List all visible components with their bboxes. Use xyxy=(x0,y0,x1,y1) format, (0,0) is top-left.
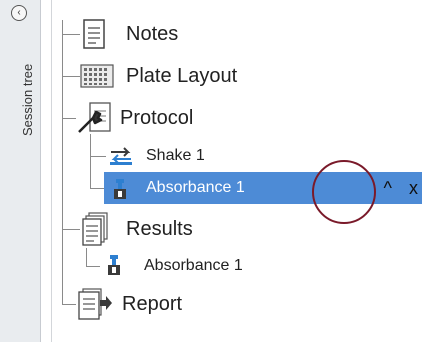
protocol-wrench-icon xyxy=(78,102,111,133)
tree-item-label: Absorbance 1 xyxy=(146,179,245,196)
results-icon xyxy=(82,212,108,246)
tree-item-label: Plate Layout xyxy=(126,64,238,87)
shake-icon xyxy=(110,147,132,165)
tree-item-label: Notes xyxy=(126,22,179,45)
chevron-left-icon[interactable]: ‹ xyxy=(11,5,27,21)
remove-step-button[interactable]: x xyxy=(409,178,418,199)
annotation-circle xyxy=(312,160,376,224)
tree-item-results[interactable]: Results xyxy=(52,212,422,246)
tree-item-label: Shake 1 xyxy=(146,147,205,164)
tree-item-results-absorbance-1[interactable]: Absorbance 1 xyxy=(52,249,422,283)
session-tree-rail: ‹ Session tree xyxy=(0,0,41,342)
tree-item-label: Absorbance 1 xyxy=(144,257,243,274)
plate-layout-icon xyxy=(80,64,114,88)
tree-item-label: Report xyxy=(122,292,183,315)
tree-item-report[interactable]: Report xyxy=(52,287,422,321)
tree-item-notes[interactable]: Notes xyxy=(52,17,422,51)
absorbance-icon xyxy=(114,179,126,199)
session-tree-label[interactable]: Session tree xyxy=(20,64,35,136)
absorbance-icon xyxy=(108,255,120,275)
notes-icon xyxy=(83,19,105,49)
tree-item-label: Results xyxy=(126,217,193,240)
tree-item-protocol[interactable]: Protocol xyxy=(52,101,422,135)
tree-item-plate-layout[interactable]: Plate Layout xyxy=(52,59,422,93)
tree-item-shake-1[interactable]: Shake 1 xyxy=(52,139,422,173)
report-icon xyxy=(78,288,112,320)
move-up-button[interactable]: ^ xyxy=(384,178,392,199)
tree-item-label: Protocol xyxy=(120,106,194,129)
